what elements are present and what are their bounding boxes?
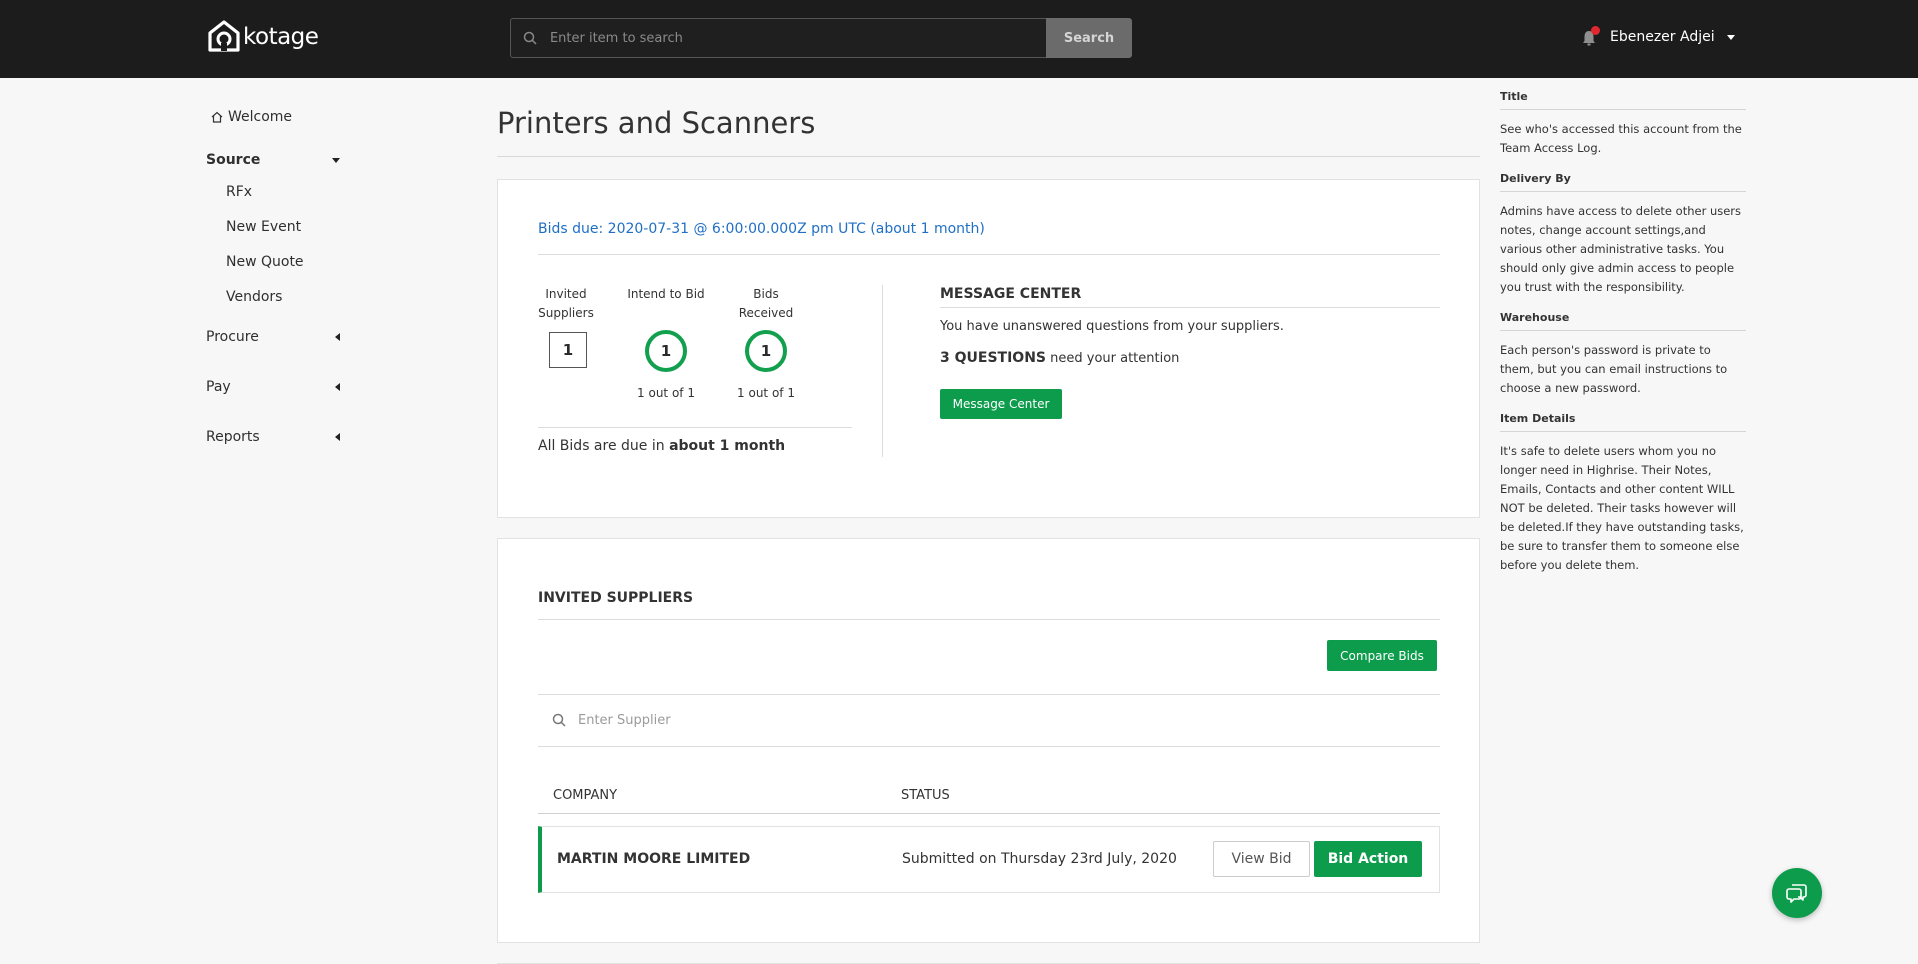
supplier-status: Submitted on Thursday 23rd July, 2020 — [902, 851, 1177, 867]
global-search — [510, 18, 1046, 58]
questions-notice: 3 QUESTIONS need your attention — [940, 350, 1179, 366]
sidebar-item-new-quote[interactable]: New Quote — [226, 254, 304, 270]
stat-label-bids-received: Bids Received — [738, 287, 794, 320]
notification-badge — [1591, 26, 1600, 35]
stat-sub-bids-received: 1 out of 1 — [737, 386, 795, 400]
chevron-down-icon — [1726, 34, 1735, 40]
bids-due-link[interactable]: Bids due: 2020-07-31 @ 6:00:00.000Z pm U… — [538, 221, 985, 237]
info-panel: Title See who's accessed this account fr… — [1500, 90, 1746, 589]
logo[interactable]: kotage — [207, 19, 319, 55]
info-heading-warehouse: Warehouse — [1500, 311, 1746, 331]
bid-summary-card: Bids due: 2020-07-31 @ 6:00:00.000Z pm U… — [497, 179, 1480, 518]
info-heading-delivery-by: Delivery By — [1500, 172, 1746, 192]
supplier-search-input[interactable] — [578, 712, 1178, 728]
divider — [538, 746, 1440, 747]
supplier-search — [538, 694, 1440, 746]
message-center-title: MESSAGE CENTER — [940, 286, 1082, 302]
questions-rest: need your attention — [1046, 351, 1180, 366]
sidebar-section-source[interactable]: Source — [206, 152, 340, 168]
top-nav-bar: kotage Search Ebenezer Adjei — [0, 0, 1918, 78]
divider — [538, 813, 1440, 814]
search-button[interactable]: Search — [1046, 18, 1132, 58]
compare-bids-button[interactable]: Compare Bids — [1327, 640, 1437, 671]
message-center-button[interactable]: Message Center — [940, 389, 1062, 419]
info-body-title: See who's accessed this account from the… — [1500, 122, 1742, 155]
section-title: INVITED SUPPLIERS — [538, 590, 694, 606]
sidebar-section-label: Reports — [206, 429, 260, 445]
search-input[interactable] — [549, 30, 1046, 46]
chat-button[interactable] — [1772, 868, 1822, 918]
divider — [497, 156, 1480, 157]
sidebar-section-procure[interactable]: Procure — [206, 329, 340, 345]
divider — [538, 619, 1440, 620]
search-icon — [511, 31, 550, 45]
stat-value-bids-received: 1 — [745, 330, 787, 372]
sidebar-item-welcome[interactable]: Welcome — [210, 109, 292, 125]
sidebar-item-label: Welcome — [228, 109, 293, 125]
stat-label-intend-to-bid: Intend to Bid — [627, 287, 705, 301]
sidebar-section-label: Pay — [206, 379, 231, 395]
divider — [538, 427, 852, 428]
divider — [940, 307, 1440, 308]
supplier-company: MARTIN MOORE LIMITED — [557, 851, 751, 867]
house-logo-icon — [208, 20, 240, 52]
invited-suppliers-card: INVITED SUPPLIERS Compare Bids COMPANY S… — [497, 538, 1480, 943]
sidebar-item-rfx[interactable]: RFx — [226, 184, 252, 200]
info-heading-item-details: Item Details — [1500, 412, 1746, 432]
info-heading-title: Title — [1500, 90, 1746, 110]
message-center-text: You have unanswered questions from your … — [940, 319, 1284, 334]
user-name: Ebenezer Adjei — [1610, 29, 1715, 45]
chevron-left-icon — [335, 433, 340, 441]
chevron-left-icon — [335, 383, 340, 391]
table-row: MARTIN MOORE LIMITED Submitted on Thursd… — [538, 826, 1440, 893]
home-icon — [211, 111, 223, 123]
all-bids-prefix: All Bids are due in — [538, 438, 670, 454]
sidebar-section-reports[interactable]: Reports — [206, 429, 340, 445]
bid-action-button[interactable]: Bid Action — [1314, 841, 1422, 877]
chevron-left-icon — [335, 333, 340, 341]
sidebar-section-label: Source — [206, 152, 261, 168]
sidebar-section-label: Procure — [206, 329, 259, 345]
sidebar-item-vendors[interactable]: Vendors — [226, 289, 282, 305]
page-title: Printers and Scanners — [497, 106, 816, 140]
stat-value-intend-to-bid: 1 — [645, 330, 687, 372]
sidebar-item-new-event[interactable]: New Event — [226, 219, 301, 235]
brand-name: kotage — [243, 24, 319, 50]
info-body-item-details: It's safe to delete users whom you no lo… — [1500, 444, 1744, 572]
search-icon — [552, 713, 566, 727]
view-bid-button[interactable]: View Bid — [1213, 841, 1310, 877]
questions-count: 3 QUESTIONS — [940, 350, 1046, 366]
stat-sub-intend-to-bid: 1 out of 1 — [637, 386, 695, 400]
stat-label-invited-suppliers: Invited Suppliers — [538, 287, 594, 320]
sidebar-section-pay[interactable]: Pay — [206, 379, 340, 395]
chevron-down-icon — [332, 157, 340, 163]
vertical-divider — [882, 285, 883, 457]
info-body-delivery-by: Admins have access to delete other users… — [1500, 204, 1742, 294]
all-bids-duration: about 1 month — [669, 438, 786, 454]
info-body-warehouse: Each person's password is private to the… — [1500, 343, 1728, 395]
all-bids-due-text: All Bids are due in about 1 month — [538, 438, 785, 454]
column-header-company: COMPANY — [553, 788, 618, 803]
stat-value-invited-suppliers: 1 — [549, 332, 587, 368]
user-menu[interactable]: Ebenezer Adjei — [1610, 29, 1735, 45]
chat-icon — [1786, 884, 1807, 903]
column-header-status: STATUS — [901, 788, 950, 803]
divider — [538, 254, 1440, 255]
